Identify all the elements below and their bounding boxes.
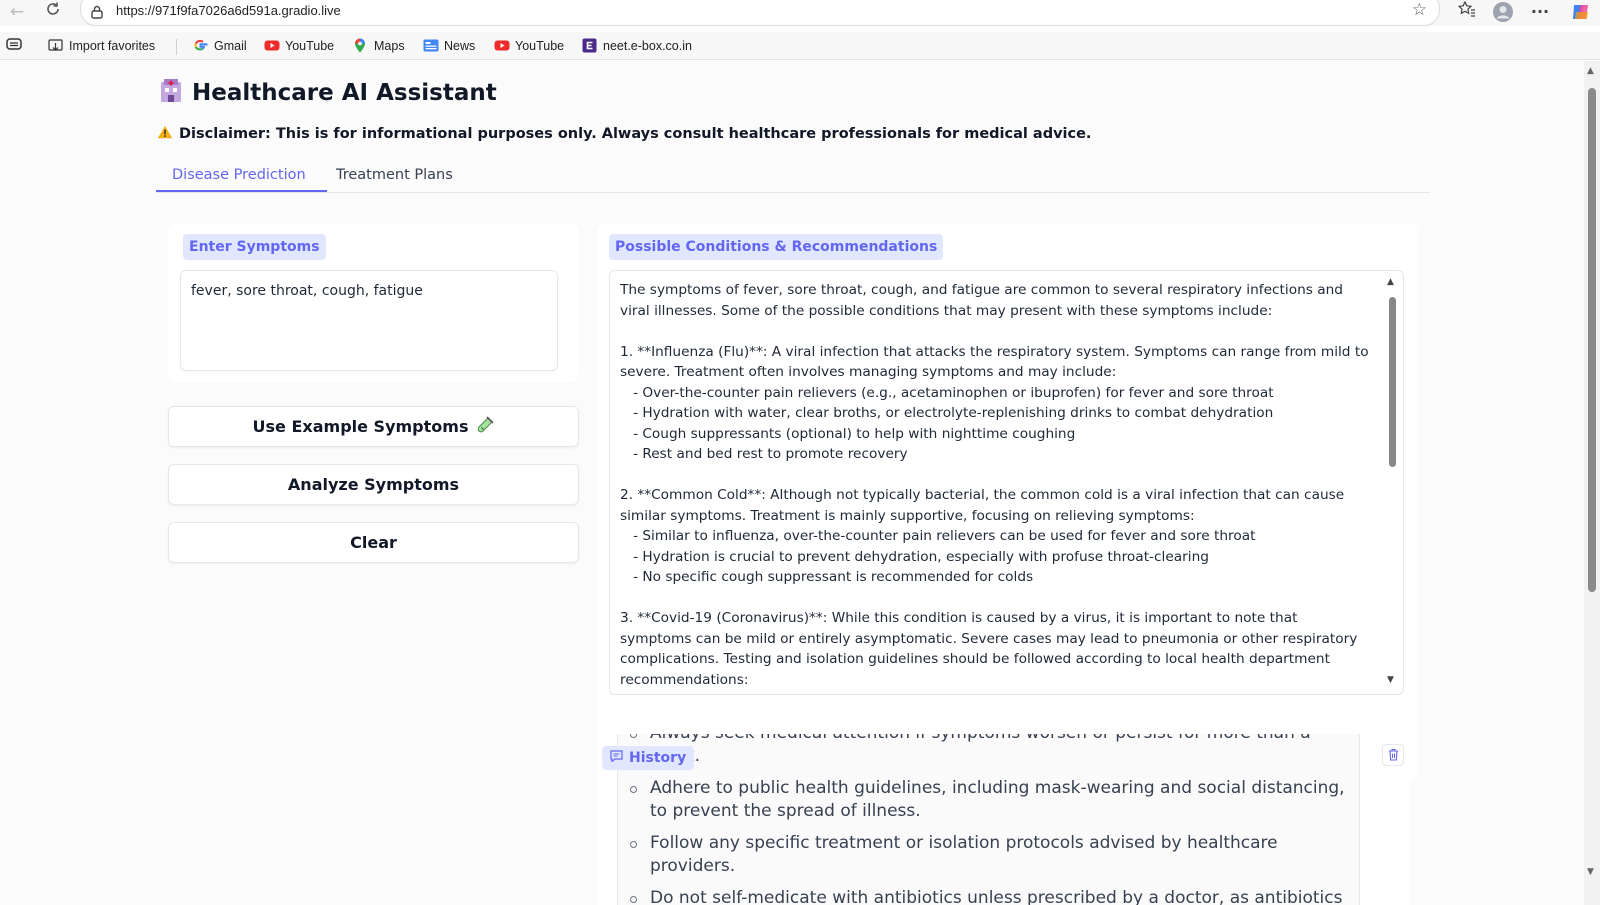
clear-button[interactable]: Clear [168, 522, 579, 563]
conditions-output[interactable]: The symptoms of fever, sore throat, coug… [609, 270, 1404, 695]
history-item: Do not self-medicate with antibiotics un… [628, 887, 1348, 905]
bookmark-youtube-1[interactable]: YouTube [264, 38, 334, 53]
use-example-symptoms-button[interactable]: Use Example Symptoms [168, 406, 579, 447]
trash-icon [1388, 746, 1399, 765]
history-item: Adhere to public health guidelines, incl… [628, 777, 1348, 823]
bookmark-label: YouTube [515, 38, 565, 53]
google-icon [193, 38, 208, 53]
symptoms-input-value: fever, sore throat, cough, fatigue [191, 283, 423, 299]
scroll-up-icon[interactable]: ▲ [1387, 277, 1394, 287]
maps-pin-icon [353, 38, 368, 53]
tab-bar: Disease Prediction Treatment Plans [156, 161, 1430, 193]
bookmark-import-favorites[interactable]: Import favorites [48, 38, 155, 53]
browser-toolbar: ← https://971f9fa7026a6d591a.gradio.live… [0, 0, 1600, 26]
lock-icon [91, 4, 103, 23]
bookmark-label: Maps [374, 38, 405, 53]
history-item: Follow any specific treatment or isolati… [628, 832, 1348, 878]
reading-list-icon[interactable] [6, 38, 22, 50]
scroll-down-icon[interactable]: ▼ [1387, 675, 1394, 685]
conditions-output-text: The symptoms of fever, sore throat, coug… [620, 282, 1369, 694]
output-scroll-thumb[interactable] [1389, 297, 1396, 467]
disclaimer-banner: Disclaimer: This is for informational pu… [157, 125, 1091, 143]
more-options-icon[interactable]: ··· [1528, 1, 1552, 23]
symptoms-panel: Enter Symptoms fever, sore throat, cough… [168, 224, 579, 382]
youtube-icon [494, 38, 510, 53]
conditions-panel: Possible Conditions & Recommendations Th… [597, 224, 1418, 779]
favorite-star-icon[interactable]: ☆ [1412, 2, 1427, 19]
tab-treatment-plans[interactable]: Treatment Plans [336, 167, 453, 183]
bookmark-label: Import favorites [69, 38, 156, 53]
conditions-label: Possible Conditions & Recommendations [609, 234, 944, 260]
bookmark-youtube-2[interactable]: YouTube [494, 38, 564, 53]
page-scroll-up-icon[interactable]: ▲ [1587, 66, 1594, 76]
warning-icon [157, 125, 173, 143]
example-button-label: Use Example Symptoms [252, 417, 469, 436]
tab-disease-prediction[interactable]: Disease Prediction [172, 167, 306, 183]
history-label-chip: History [602, 746, 695, 770]
symptoms-input[interactable]: fever, sore throat, cough, fatigue [180, 270, 558, 371]
bookmark-label: News [444, 38, 476, 53]
bookmark-neet-ebox[interactable]: neet.e-box.co.in [582, 38, 692, 53]
back-arrow-icon[interactable]: ← [6, 1, 28, 23]
page-title: Healthcare AI Assistant [192, 80, 497, 106]
page-scroll-down-icon[interactable]: ▼ [1587, 867, 1594, 877]
bookmark-label: neet.e-box.co.in [603, 38, 692, 53]
url-text: https://971f9fa7026a6d591a.gradio.live [116, 3, 341, 18]
symptoms-label: Enter Symptoms [183, 234, 326, 260]
history-item: Always seek medical attention if symptom… [628, 734, 1348, 768]
favorites-icon[interactable] [1455, 0, 1479, 23]
bookmark-label: YouTube [285, 38, 335, 53]
youtube-icon [264, 38, 280, 53]
app-page: Healthcare AI Assistant Disclaimer: This… [0, 61, 1584, 905]
news-icon [423, 38, 439, 53]
page-scroll-thumb[interactable] [1588, 88, 1596, 592]
address-bar[interactable]: https://971f9fa7026a6d591a.gradio.live ☆ [80, 0, 1440, 26]
import-icon [48, 38, 63, 53]
disclaimer-text: Disclaimer: This is for informational pu… [179, 126, 1092, 142]
bookmarks-bar: Import favorites Gmail YouTube Maps News… [0, 32, 1600, 60]
output-scrollbar[interactable]: ▲ ▼ [1387, 277, 1397, 687]
test-tube-icon [476, 415, 495, 438]
clear-history-button[interactable] [1382, 744, 1404, 766]
history-content[interactable]: Always seek medical attention if symptom… [617, 734, 1360, 905]
page-scrollbar[interactable]: ▲ ▼ [1584, 61, 1600, 905]
active-tab-indicator [156, 190, 327, 192]
analyze-symptoms-button[interactable]: Analyze Symptoms [168, 464, 579, 505]
profile-avatar-icon[interactable] [1490, 1, 1516, 23]
history-list: Always seek medical attention if symptom… [628, 734, 1348, 905]
bookmark-news[interactable]: News [423, 38, 475, 53]
bookmark-maps[interactable]: Maps [353, 38, 405, 53]
bookmark-label: Gmail [214, 38, 247, 53]
bookmarks-divider [176, 39, 177, 55]
hospital-icon [160, 79, 182, 107]
app-header: Healthcare AI Assistant [160, 79, 497, 107]
history-label: History [629, 750, 687, 766]
copilot-icon[interactable] [1568, 1, 1594, 23]
chat-icon [610, 750, 623, 766]
history-panel: Always seek medical attention if symptom… [597, 734, 1409, 905]
reload-icon[interactable] [42, 1, 64, 23]
bookmark-gmail[interactable]: Gmail [193, 38, 247, 53]
ebox-icon [582, 38, 597, 53]
